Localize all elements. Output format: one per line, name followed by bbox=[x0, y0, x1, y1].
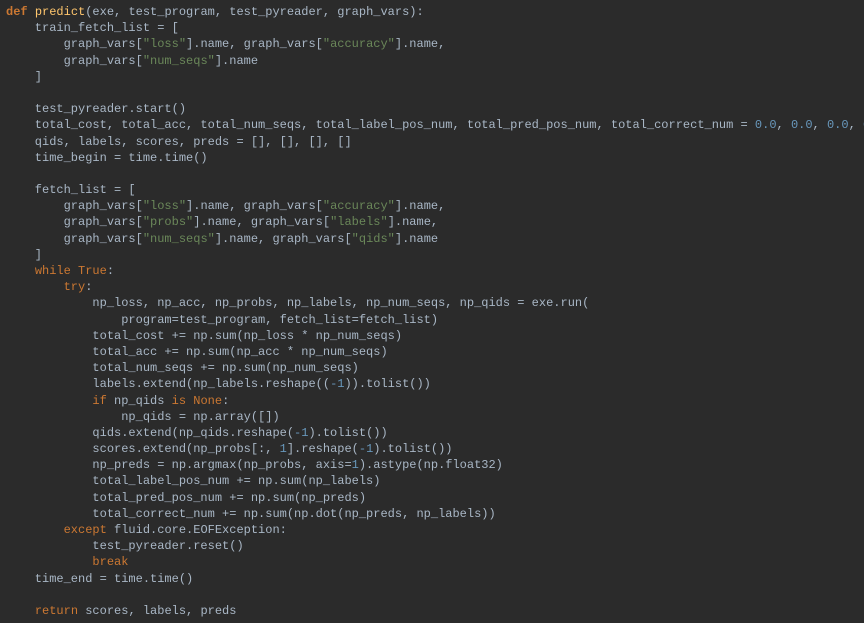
line: total_correct_num += np.sum(np.dot(np_pr… bbox=[6, 507, 496, 521]
line: ] bbox=[6, 248, 42, 262]
line: qids, labels, scores, preds = [], [], []… bbox=[6, 135, 352, 149]
line: qids.extend(np_qids.reshape(-1).tolist()… bbox=[6, 426, 388, 440]
line: total_cost += np.sum(np_loss * np_num_se… bbox=[6, 329, 402, 343]
line: time_begin = time.time() bbox=[6, 151, 208, 165]
line: def predict(exe, test_program, test_pyre… bbox=[6, 5, 424, 19]
line: test_pyreader.start() bbox=[6, 102, 186, 116]
line: graph_vars["loss"].name, graph_vars["acc… bbox=[6, 37, 445, 51]
line: except fluid.core.EOFException: bbox=[6, 523, 287, 537]
line: total_pred_pos_num += np.sum(np_preds) bbox=[6, 491, 366, 505]
code-editor[interactable]: def predict(exe, test_program, test_pyre… bbox=[0, 0, 864, 623]
line: test_pyreader.reset() bbox=[6, 539, 244, 553]
line: break bbox=[6, 555, 128, 569]
line: scores.extend(np_probs[:, 1].reshape(-1)… bbox=[6, 442, 453, 456]
line: while True: bbox=[6, 264, 114, 278]
line: program=test_program, fetch_list=fetch_l… bbox=[6, 313, 438, 327]
line: if np_qids is None: bbox=[6, 394, 229, 408]
line: time_end = time.time() bbox=[6, 572, 193, 586]
line: graph_vars["probs"].name, graph_vars["la… bbox=[6, 215, 438, 229]
line: fetch_list = [ bbox=[6, 183, 136, 197]
line: return scores, labels, preds bbox=[6, 604, 236, 618]
line: ] bbox=[6, 70, 42, 84]
line: graph_vars["loss"].name, graph_vars["acc… bbox=[6, 199, 445, 213]
line: np_qids = np.array([]) bbox=[6, 410, 280, 424]
line: total_num_seqs += np.sum(np_num_seqs) bbox=[6, 361, 359, 375]
line: try: bbox=[6, 280, 92, 294]
line: np_preds = np.argmax(np_probs, axis=1).a… bbox=[6, 458, 503, 472]
line: graph_vars["num_seqs"].name bbox=[6, 54, 258, 68]
line: total_acc += np.sum(np_acc * np_num_seqs… bbox=[6, 345, 388, 359]
line: np_loss, np_acc, np_probs, np_labels, np… bbox=[6, 296, 589, 310]
line: total_cost, total_acc, total_num_seqs, t… bbox=[6, 118, 864, 132]
line: labels.extend(np_labels.reshape((-1)).to… bbox=[6, 377, 431, 391]
line: train_fetch_list = [ bbox=[6, 21, 179, 35]
line: total_label_pos_num += np.sum(np_labels) bbox=[6, 474, 380, 488]
line: graph_vars["num_seqs"].name, graph_vars[… bbox=[6, 232, 438, 246]
